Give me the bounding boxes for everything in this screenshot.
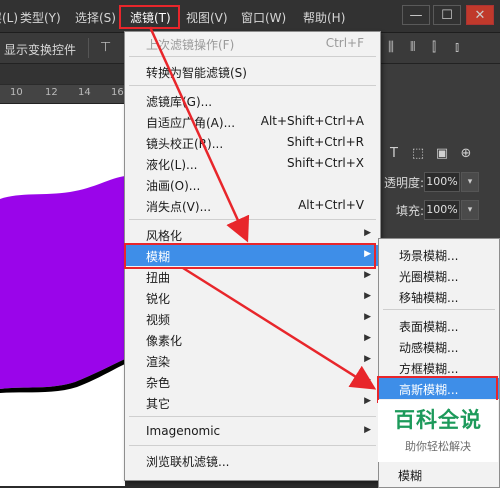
watermark-subtitle: 助你轻松解决 — [405, 440, 471, 453]
arrow-to-blur — [148, 26, 250, 243]
submenu-item-label: 模糊 — [398, 469, 423, 483]
watermark: 百科全说 助你轻松解决 — [378, 400, 498, 462]
submenu-item-blur[interactable]: 模糊 — [378, 464, 498, 485]
watermark-title: 百科全说 — [394, 408, 482, 432]
arrow-to-gaussian-blur — [182, 266, 377, 390]
